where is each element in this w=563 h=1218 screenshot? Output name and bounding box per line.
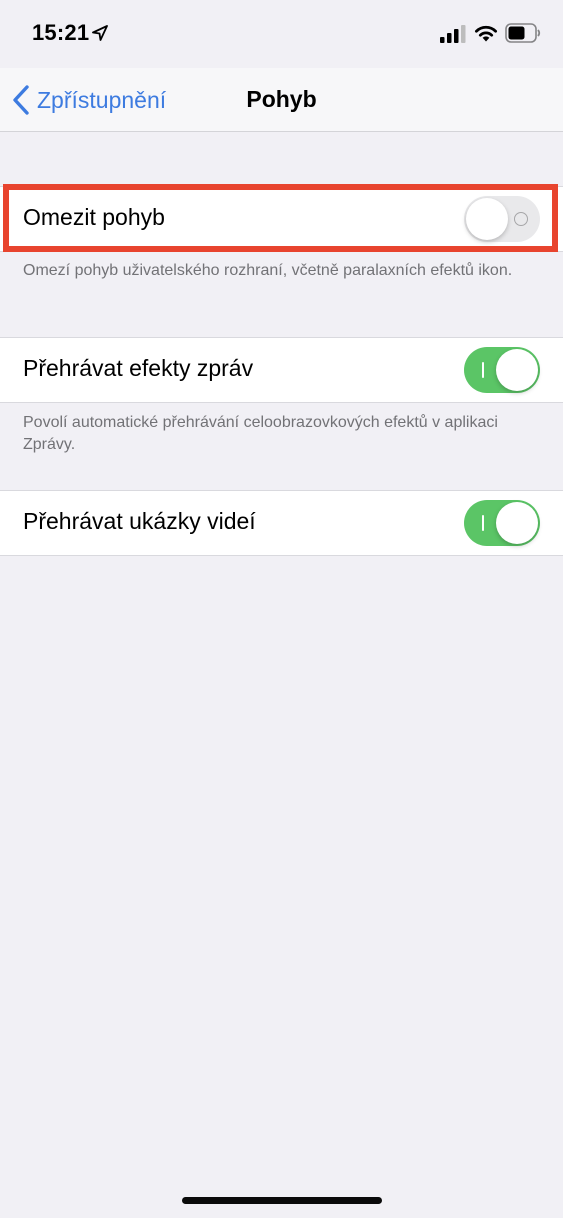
status-time: 15:21 xyxy=(32,20,90,45)
status-bar: 15:21 xyxy=(0,0,563,68)
navigation-bar: Zpřístupnění Pohyb xyxy=(0,68,563,132)
video-previews-toggle[interactable] xyxy=(464,500,540,546)
location-arrow-icon xyxy=(92,25,108,41)
toggle-on-indicator-icon xyxy=(482,362,484,378)
battery-icon xyxy=(505,23,541,43)
toggle-knob xyxy=(496,502,538,544)
wifi-icon xyxy=(475,25,497,42)
setting-footer-message-effects: Povolí automatické přehrávání celoobrazo… xyxy=(23,414,498,453)
setting-label-video-previews: Přehrávat ukázky videí xyxy=(23,508,256,534)
message-effects-toggle[interactable] xyxy=(464,347,540,393)
page-title: Pohyb xyxy=(246,86,317,112)
setting-label-message-effects: Přehrávat efekty zpráv xyxy=(23,355,254,381)
highlight-box xyxy=(3,184,558,252)
setting-footer-reduce-motion: Omezí pohyb uživatelského rozhraní, včet… xyxy=(23,262,513,279)
setting-row-message-effects: Přehrávat efekty zpráv xyxy=(0,337,563,403)
toggle-knob xyxy=(496,349,538,391)
home-indicator[interactable] xyxy=(182,1197,382,1204)
cellular-signal-icon xyxy=(440,25,466,43)
toggle-on-indicator-icon xyxy=(482,515,484,531)
setting-row-video-previews: Přehrávat ukázky videí xyxy=(0,490,563,556)
